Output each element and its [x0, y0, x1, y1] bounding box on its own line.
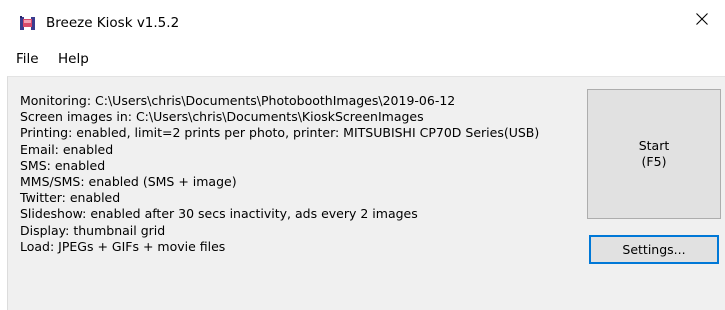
settings-button[interactable]: Settings... [589, 235, 719, 264]
window-title: Breeze Kiosk v1.5.2 [46, 15, 180, 31]
start-button-label: Start [638, 138, 670, 153]
app-icon [19, 15, 37, 31]
menu-help[interactable]: Help [58, 51, 89, 67]
status-screen-images: Screen images in: C:\Users\chris\Documen… [20, 109, 424, 125]
status-slideshow: Slideshow: enabled after 30 secs inactiv… [20, 206, 418, 222]
status-list: Monitoring: C:\Users\chris\Documents\Pho… [20, 93, 539, 255]
status-display: Display: thumbnail grid [20, 222, 166, 238]
start-button-shortcut: (F5) [641, 154, 667, 169]
close-button[interactable] [679, 0, 725, 40]
menu-file[interactable]: File [16, 51, 39, 67]
status-sms: SMS: enabled [20, 157, 106, 173]
status-load: Load: JPEGs + GIFs + movie files [20, 238, 226, 254]
status-email: Email: enabled [20, 141, 114, 157]
start-button[interactable]: Start (F5) [587, 89, 721, 219]
close-icon [695, 12, 709, 29]
status-twitter: Twitter: enabled [20, 190, 121, 206]
status-mms-sms: MMS/SMS: enabled (SMS + image) [20, 174, 237, 190]
status-printing: Printing: enabled, limit=2 prints per ph… [20, 125, 540, 141]
title-bar[interactable]: Breeze Kiosk v1.5.2 [0, 0, 725, 46]
main-panel: Monitoring: C:\Users\chris\Documents\Pho… [7, 76, 725, 310]
menu-bar: File Help [0, 46, 725, 72]
settings-button-label: Settings... [622, 242, 686, 257]
app-window: Breeze Kiosk v1.5.2 File Help Monitoring… [0, 0, 725, 310]
status-monitoring: Monitoring: C:\Users\chris\Documents\Pho… [20, 93, 456, 108]
